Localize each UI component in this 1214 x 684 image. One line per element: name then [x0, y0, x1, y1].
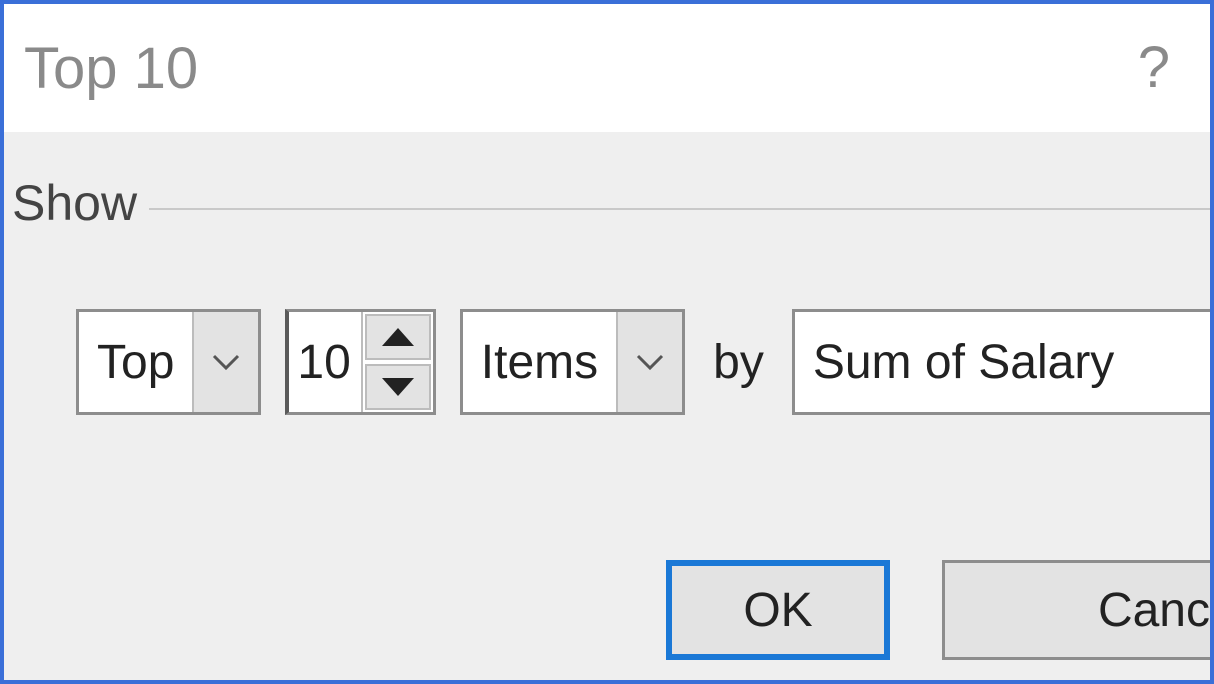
top10-filter-dialog: Top 10 ? Show Top 10 — [0, 0, 1214, 684]
unit-dropdown-button[interactable] — [616, 312, 682, 412]
field-value: Sum of Salary — [813, 335, 1114, 390]
show-section-label: Show — [12, 174, 149, 232]
unit-value: Items — [463, 312, 616, 412]
by-label: by — [709, 335, 768, 390]
direction-value: Top — [79, 312, 192, 412]
ok-button[interactable]: OK — [666, 560, 890, 660]
count-value[interactable]: 10 — [289, 312, 360, 412]
triangle-up-icon — [382, 328, 414, 346]
chevron-down-icon — [211, 347, 241, 377]
field-dropdown[interactable]: Sum of Salary — [792, 309, 1210, 415]
dialog-titlebar: Top 10 ? — [4, 4, 1210, 132]
section-divider — [144, 208, 1210, 210]
chevron-down-icon — [635, 347, 665, 377]
ok-button-label: OK — [743, 583, 812, 638]
cancel-button[interactable]: Canc — [942, 560, 1210, 660]
dialog-buttons: OK Canc — [666, 560, 1210, 660]
help-icon[interactable]: ? — [1138, 39, 1180, 97]
spinner-down-button[interactable] — [365, 364, 431, 410]
spinner-buttons — [361, 312, 433, 412]
unit-dropdown[interactable]: Items — [460, 309, 685, 415]
direction-dropdown-button[interactable] — [192, 312, 258, 412]
count-spinner[interactable]: 10 — [285, 309, 435, 415]
dialog-body: Show Top 10 — [4, 132, 1210, 680]
spinner-up-button[interactable] — [365, 314, 431, 360]
cancel-button-label: Canc — [1098, 583, 1210, 638]
dialog-title: Top 10 — [24, 35, 198, 102]
filter-controls-row: Top 10 — [76, 307, 1210, 417]
triangle-down-icon — [382, 378, 414, 396]
direction-dropdown[interactable]: Top — [76, 309, 261, 415]
